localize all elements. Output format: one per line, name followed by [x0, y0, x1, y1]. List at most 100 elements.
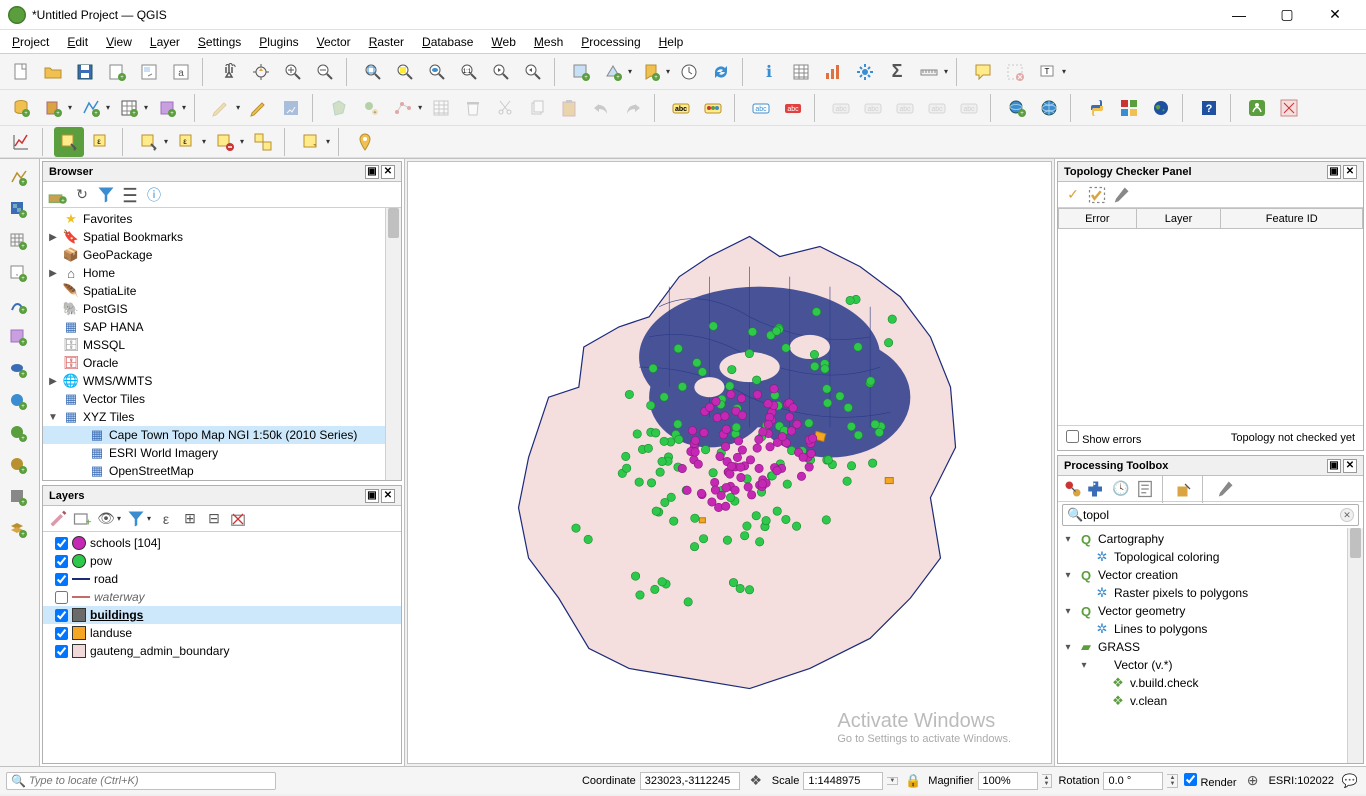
menu-plugins[interactable]: Plugins: [251, 33, 306, 51]
add-wcs-layer-icon[interactable]: +: [2, 451, 36, 481]
menu-view[interactable]: View: [98, 33, 140, 51]
remove-layer-icon[interactable]: [227, 508, 249, 530]
python-console-icon[interactable]: [1082, 93, 1112, 123]
toolbox-topological-coloring[interactable]: ✲Topological coloring: [1058, 548, 1363, 566]
toolbox-close-button[interactable]: ✕: [1343, 459, 1357, 473]
josm-icon[interactable]: [1274, 93, 1304, 123]
temporal-controller-icon[interactable]: [674, 57, 704, 87]
toggle-editing-icon[interactable]: [244, 93, 274, 123]
browser-item-wms-wmts[interactable]: ▶🌐WMS/WMTS: [43, 372, 401, 390]
locator-input[interactable]: [29, 775, 271, 787]
collapse-all-icon[interactable]: ⊟: [203, 508, 225, 530]
menu-mesh[interactable]: Mesh: [526, 33, 571, 51]
new-map-view-icon[interactable]: +: [566, 57, 596, 87]
select-by-expr-icon[interactable]: ε: [86, 127, 116, 157]
add-virtual-layer-icon[interactable]: +: [2, 323, 36, 353]
browser-xyz-cape-town-topo-map-ngi-1-50k-2010-series-[interactable]: ▦Cape Town Topo Map NGI 1:50k (2010 Seri…: [43, 426, 401, 444]
new-virtual-icon[interactable]: +: [152, 93, 182, 123]
add-spatialite-layer-icon[interactable]: +: [2, 291, 36, 321]
zoom-full-icon[interactable]: [358, 57, 388, 87]
paste-features-icon[interactable]: [554, 93, 584, 123]
redo-icon[interactable]: [618, 93, 648, 123]
label-tool-3-icon[interactable]: abc: [890, 93, 920, 123]
layer-road[interactable]: road: [43, 570, 401, 588]
copy-features-icon[interactable]: [522, 93, 552, 123]
new-3d-view-icon-dropdown[interactable]: ▾: [626, 67, 634, 76]
toolbox-grass[interactable]: ▾▰GRASS: [1058, 638, 1363, 656]
collapse-icon[interactable]: [119, 184, 141, 206]
add-xyz-layer-icon[interactable]: +: [2, 483, 36, 513]
layers-undock-button[interactable]: ▣: [365, 489, 379, 503]
toolbox-search[interactable]: 🔍 ✕: [1062, 504, 1359, 526]
topology-col-error[interactable]: Error: [1059, 209, 1137, 229]
toolbox-panel-title[interactable]: Processing Toolbox ▣ ✕: [1058, 456, 1363, 476]
toolbox-v-build-check[interactable]: ❖v.build.check: [1058, 674, 1363, 692]
validate-all-icon[interactable]: ✓: [1062, 184, 1084, 206]
add-vector-layer-icon[interactable]: +: [2, 163, 36, 193]
layer-pow[interactable]: pow: [43, 552, 401, 570]
topology-col-featureid[interactable]: Feature ID: [1221, 209, 1363, 229]
menu-settings[interactable]: Settings: [190, 33, 249, 51]
clear-search-button[interactable]: ✕: [1340, 508, 1354, 522]
toolbox-v-clean[interactable]: ❖v.clean: [1058, 692, 1363, 710]
annotation-note-icon[interactable]: [296, 127, 326, 157]
new-bookmark-icon[interactable]: +: [636, 57, 666, 87]
attribute-table-icon[interactable]: [786, 57, 816, 87]
label-diagram-icon[interactable]: [698, 93, 728, 123]
field-calc-settings-icon[interactable]: [850, 57, 880, 87]
zoom-next-icon[interactable]: [518, 57, 548, 87]
label-highlight-icon[interactable]: abc: [746, 93, 776, 123]
layer-landuse[interactable]: landuse: [43, 624, 401, 642]
crs-icon[interactable]: ⊕: [1243, 766, 1263, 796]
menu-vector[interactable]: Vector: [309, 33, 359, 51]
new-shapefile-icon[interactable]: +: [76, 93, 106, 123]
zoom-last-icon[interactable]: [486, 57, 516, 87]
browser-xyz-esri-world-imagery[interactable]: ▦ESRI World Imagery: [43, 444, 401, 462]
window-maximize-button[interactable]: ▢: [1264, 0, 1310, 30]
topology-results-table[interactable]: Error Layer Feature ID: [1058, 208, 1363, 229]
expand-all-icon[interactable]: ⊞: [179, 508, 201, 530]
zoom-out-icon[interactable]: [310, 57, 340, 87]
toolbox-lines-to-polygons[interactable]: ✲Lines to polygons: [1058, 620, 1363, 638]
add-raster-layer-icon[interactable]: +: [2, 195, 36, 225]
browser-item-xyz-tiles[interactable]: ▼▦XYZ Tiles: [43, 408, 401, 426]
delete-selected-icon[interactable]: [458, 93, 488, 123]
filter-icon[interactable]: [95, 184, 117, 206]
select-features-icon[interactable]: [134, 127, 164, 157]
new-virtual-icon-dropdown[interactable]: ▾: [180, 103, 188, 112]
pan-to-selection-icon[interactable]: [246, 57, 276, 87]
label-tool-1-icon[interactable]: abc: [826, 93, 856, 123]
zoom-selection-icon[interactable]: [390, 57, 420, 87]
add-point-icon[interactable]: ✦: [356, 93, 386, 123]
mag-spinner[interactable]: ▲▼: [1042, 774, 1053, 788]
scale-dropdown[interactable]: ▼: [887, 777, 898, 785]
new-3d-view-icon[interactable]: +: [598, 57, 628, 87]
modify-attrs-icon[interactable]: [426, 93, 456, 123]
new-spatialite-icon-dropdown[interactable]: ▾: [142, 103, 150, 112]
data-source-manager-icon[interactable]: +: [6, 93, 36, 123]
select-by-value-icon-dropdown[interactable]: ▾: [200, 137, 208, 146]
style-manager-icon[interactable]: a: [166, 57, 196, 87]
menu-web[interactable]: Web: [483, 33, 523, 51]
configure-icon[interactable]: [1110, 184, 1132, 206]
history-icon[interactable]: 🕓: [1110, 478, 1132, 500]
new-shapefile-icon-dropdown[interactable]: ▾: [104, 103, 112, 112]
open-project-icon[interactable]: [38, 57, 68, 87]
window-minimize-button[interactable]: ―: [1216, 0, 1262, 30]
options-icon[interactable]: [1214, 478, 1236, 500]
filter-legend-dropdown[interactable]: ▾: [145, 514, 153, 523]
new-geopackage-icon-dropdown[interactable]: ▾: [66, 103, 74, 112]
label-tool-5-icon[interactable]: abc: [954, 93, 984, 123]
save-edits-icon[interactable]: [276, 93, 306, 123]
browser-item-favorites[interactable]: ★Favorites: [43, 210, 401, 228]
toolbox-undock-button[interactable]: ▣: [1327, 459, 1341, 473]
browser-tree[interactable]: ★Favorites▶🔖Spatial Bookmarks📦GeoPackage…: [43, 208, 401, 480]
new-project-icon[interactable]: [6, 57, 36, 87]
deselect-all-icon-dropdown[interactable]: ▾: [238, 137, 246, 146]
plugin-globe-icon[interactable]: [1146, 93, 1176, 123]
menu-layer[interactable]: Layer: [142, 33, 188, 51]
show-layout-manager-icon[interactable]: [134, 57, 164, 87]
add-wfs-layer-icon[interactable]: +: [2, 419, 36, 449]
add-mesh-layer-icon[interactable]: +: [2, 227, 36, 257]
topology-undock-button[interactable]: ▣: [1327, 165, 1341, 179]
